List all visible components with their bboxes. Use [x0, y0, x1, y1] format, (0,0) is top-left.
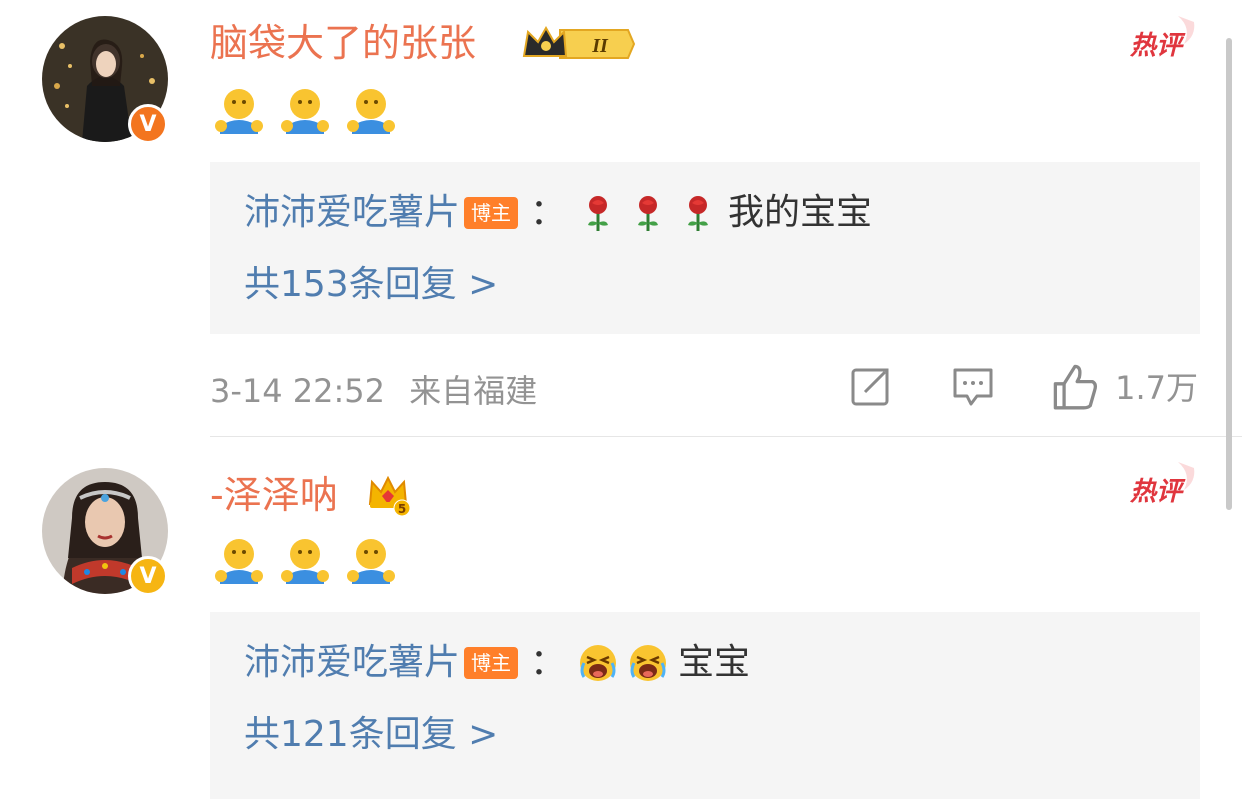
comment-actions: 1.7万 [849, 362, 1198, 410]
comment-emoji-row [214, 536, 396, 586]
reply-preview-line: 沛沛爱吃薯片 博主 ： 我的宝宝 [244, 190, 872, 236]
crying-face-icon [580, 645, 617, 681]
rose-icon [688, 196, 709, 231]
blogger-tag: 博主 [464, 197, 519, 229]
svg-text:5: 5 [398, 502, 406, 516]
verified-badge-icon: V [128, 556, 168, 596]
hug-emoji-icon [215, 539, 263, 584]
hot-comment-badge: 热评 [1122, 14, 1198, 61]
comment-location: 来自福建 [409, 372, 538, 410]
comment-meta: 3-14 22:52 来自福建 [210, 366, 537, 412]
comment-emoji-row [214, 86, 396, 136]
reply-text: 宝宝 [678, 642, 751, 683]
reply-preview-box[interactable]: 沛沛爱吃薯片 博主 ： 我的宝宝 共153条回复 > [210, 162, 1200, 334]
reply-preview-line: 沛沛爱吃薯片 博主 ： 宝宝 [244, 640, 750, 686]
reply-preview-box[interactable]: 沛沛爱吃薯片 博主 ： 宝宝 共121条回复 > [210, 612, 1200, 799]
svg-text:II: II [591, 35, 609, 57]
crying-face-icon [630, 645, 667, 681]
comment-time: 3-14 22:52 [210, 372, 386, 410]
reply-author[interactable]: 沛沛爱吃薯片 [244, 640, 460, 686]
username[interactable]: -泽泽呐 [210, 472, 338, 518]
vip-crown-badge-icon: 5 [368, 476, 411, 516]
reply-text: 我的宝宝 [728, 192, 873, 233]
verified-badge-icon: V [128, 104, 168, 144]
rose-icon [638, 196, 659, 231]
rose-icon [588, 196, 609, 231]
blogger-tag: 博主 [464, 647, 519, 679]
like-count: 1.7万 [1115, 369, 1198, 407]
hug-emoji-icon [347, 89, 395, 134]
comment-item: V 脑袋大了的张张 II 热评 沛沛爱吃薯片 博主 ： 我的宝宝 共153条回复… [0, 0, 1242, 438]
hug-emoji-icon [215, 89, 263, 134]
username[interactable]: 脑袋大了的张张 [210, 20, 476, 66]
reply-author[interactable]: 沛沛爱吃薯片 [244, 190, 460, 236]
reply-colon: ： [530, 642, 567, 683]
reply-count-link[interactable]: 共153条回复 > [244, 262, 498, 308]
hug-emoji-icon [347, 539, 395, 584]
reply-count-link[interactable]: 共121条回复 > [244, 712, 498, 758]
svg-text:热评: 热评 [1129, 31, 1186, 61]
reply-colon: ： [530, 192, 567, 233]
hug-emoji-icon [281, 539, 329, 584]
hot-comment-badge: 热评 [1122, 460, 1198, 507]
comment-icon[interactable] [951, 364, 995, 408]
thumbs-up-icon[interactable] [1051, 362, 1099, 410]
scrollbar[interactable] [1226, 38, 1232, 510]
repost-icon[interactable] [849, 364, 893, 408]
divider [210, 436, 1242, 437]
svg-text:热评: 热评 [1129, 477, 1186, 507]
comment-item: V -泽泽呐 5 热评 沛沛爱吃薯片 博主 ： 宝宝 共121条回复 > [0, 438, 1242, 799]
hug-emoji-icon [281, 89, 329, 134]
vip-crown-badge-icon: II [522, 25, 636, 59]
